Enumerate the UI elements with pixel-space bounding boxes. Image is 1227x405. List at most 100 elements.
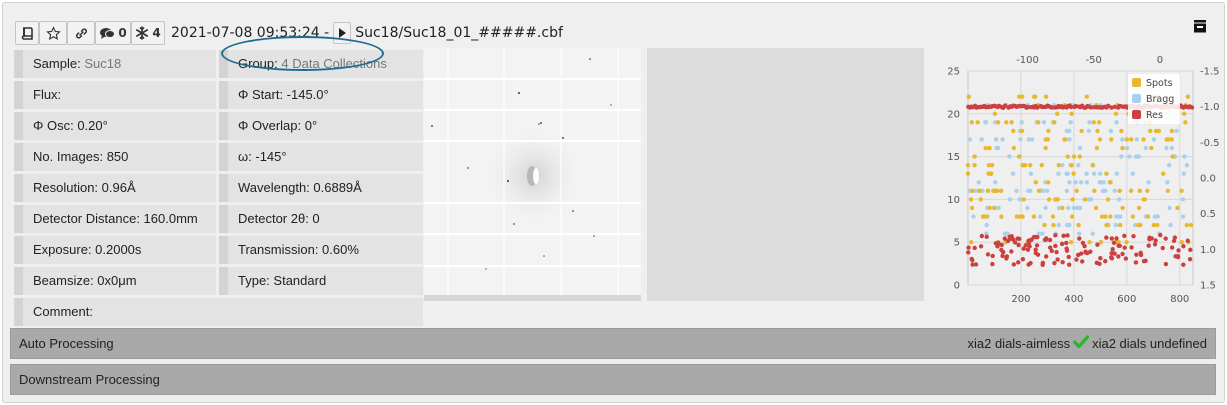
bragg-point [1007,154,1012,159]
spots-point [977,188,982,194]
spots-point [992,111,998,117]
legend-swatch [1132,94,1141,103]
xia2-aimless-label[interactable]: xia2 dials-aimless [967,329,1070,358]
check-icon [1072,329,1090,358]
res-point [1047,237,1053,243]
bragg-point [1165,180,1170,185]
spots-point [1056,162,1062,168]
bragg-point [1067,128,1072,134]
legend-label: Spots [1146,78,1173,89]
bragg-point [967,137,973,142]
phi-osc-field: Φ Osc: 0.20° [14,112,216,140]
bragg-point [992,180,998,185]
bragg-point [1010,171,1016,176]
spots-point [1027,162,1033,168]
res-point [1065,233,1070,238]
x-top-tick-label: -50 [1086,55,1102,66]
bragg-point [1074,205,1080,211]
bragg-point [1169,145,1175,151]
res-point [1173,254,1178,259]
spots-point [1117,188,1122,194]
sample-link[interactable]: Suc18 [84,56,121,71]
snowflake-button[interactable]: 4 [131,21,165,45]
bragg-point [1087,120,1092,125]
auto-processing-bar[interactable]: Auto Processing xia2 dials-aimless xia2 … [10,328,1216,359]
x-top-tick-label: -100 [1016,55,1039,66]
spots-point [1069,162,1074,168]
res-point [966,250,971,255]
spots-point [968,240,974,245]
bragg-point [1118,214,1123,219]
res-point [1085,250,1090,256]
res-point [978,244,984,249]
favourite-button[interactable] [39,21,67,45]
file-path: Suc18/Suc18_01_#####.cbf [355,25,563,41]
downstream-processing-bar[interactable]: Downstream Processing [10,364,1216,395]
res-point [1123,256,1129,261]
spots-point [1184,222,1190,228]
comments-button[interactable]: 0 [95,21,131,45]
res-point [1064,248,1070,253]
res-point [1054,249,1059,255]
xia2-undefined-label[interactable]: xia2 dials undefined [1092,329,1207,358]
spots-point [1109,137,1114,142]
res-point [1133,260,1139,265]
res-point [1103,259,1108,264]
bragg-point [1007,197,1013,202]
spots-point [1124,137,1130,142]
spots-point [1160,171,1166,176]
play-button[interactable] [333,22,352,44]
res-point [1153,238,1158,243]
res-point [1181,262,1186,267]
bragg-point [1040,231,1045,236]
res-point [970,257,975,263]
res-point [1109,251,1114,256]
res-point [1008,236,1014,241]
bragg-point [995,145,1000,151]
spots-point [1062,137,1067,142]
res-point [1152,242,1158,247]
spots-point [1084,94,1090,99]
res-point [970,262,975,267]
res-point [1158,232,1163,238]
res-point [1023,243,1028,248]
diffraction-image[interactable] [424,48,641,295]
tray-icon[interactable] [1193,18,1207,37]
book-button[interactable] [15,21,39,45]
y-left-tick-label: 0 [954,281,960,292]
res-point [984,234,989,240]
spots-point [968,197,974,202]
bragg-point [1064,188,1070,194]
bragg-point [1002,231,1008,236]
spots-point [1128,188,1134,194]
bragg-point [1114,171,1120,176]
res-point [1169,245,1175,250]
bragg-point [1084,171,1089,176]
diffraction-scrollbar[interactable] [424,295,641,301]
y-right-tick-label: -0.5 [1200,138,1220,149]
bragg-point [1174,128,1179,134]
spots-point [980,214,986,219]
res-point [1116,254,1121,259]
group-link[interactable]: 4 Data Collections [281,56,387,71]
bragg-point [1067,180,1072,185]
spots-point [1142,197,1148,202]
permalink-button[interactable] [67,21,95,45]
spots-point [1188,222,1194,228]
res-point [990,253,995,259]
bragg-point [1068,120,1073,125]
bragg-point [1086,128,1092,134]
per-image-analysis-chart[interactable]: 0 5 10 15 20 25 200 400 600 800 -100 -50 0 1.5 1.0 0.5 0… [940,46,1222,306]
x-bottom-tick-label: 200 [1011,294,1030,305]
y-right-tick-label: 0.0 [1200,174,1216,185]
spots-point [1164,137,1169,142]
res-point [1185,238,1190,243]
res-point [1011,262,1017,267]
spots-point [969,205,975,211]
res-point [1053,233,1058,238]
collection-header: 0 4 2021-07-08 09:53:24 - Suc18/Suc18_01… [15,21,563,45]
y-right-tick-label: -1.0 [1200,102,1220,113]
spots-point [995,120,1001,125]
spots-point [1145,188,1150,194]
comment-field[interactable]: Comment: [14,298,423,326]
